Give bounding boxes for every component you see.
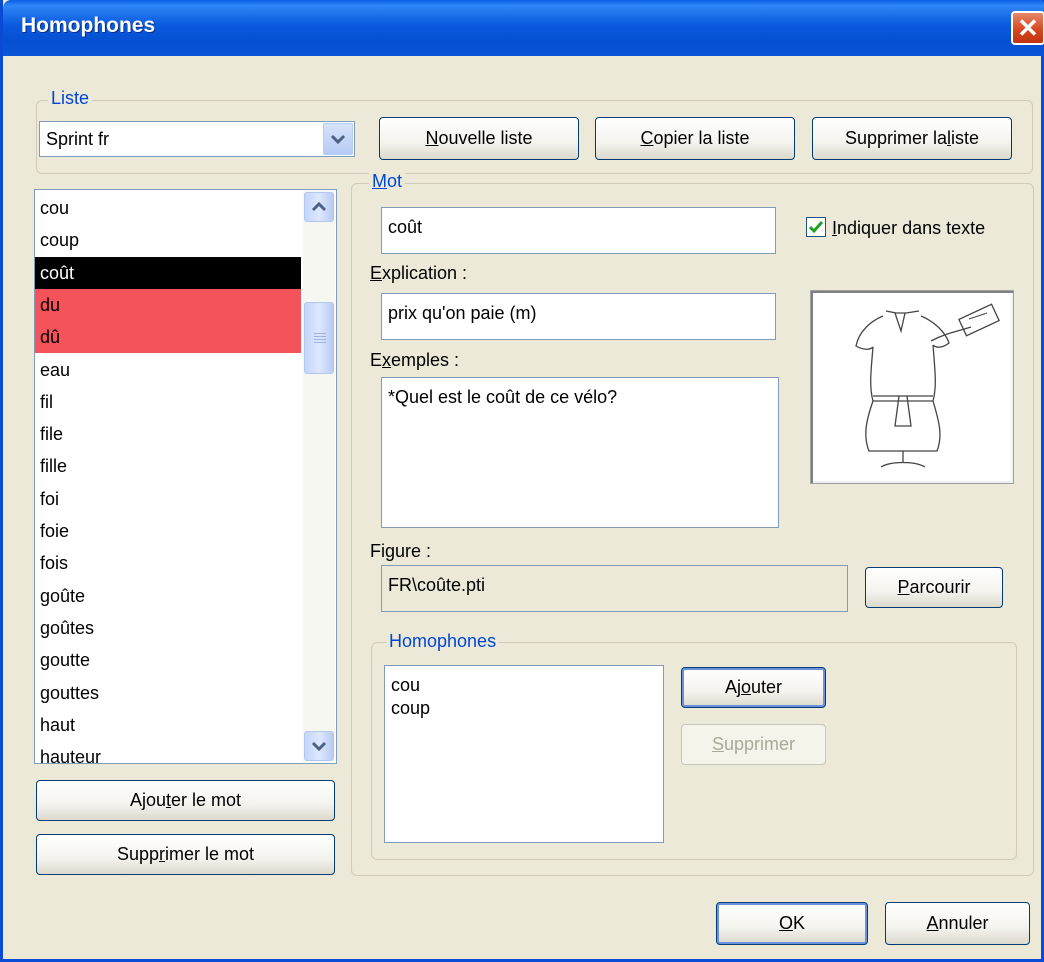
mot-legend: Mot <box>369 171 406 192</box>
chevron-down-icon <box>330 134 346 145</box>
word-list-item[interactable]: fois <box>35 547 301 579</box>
figure-path-field: FR\coûte.pti <box>381 565 848 612</box>
word-list-item[interactable]: file <box>35 418 301 450</box>
chevron-down-icon <box>311 741 327 752</box>
liste-select-value: Sprint fr <box>46 129 110 149</box>
word-list-item[interactable]: eau <box>35 354 301 386</box>
nouvelle-liste-button[interactable]: Nouvelle liste <box>379 117 579 160</box>
indiquer-checkbox[interactable] <box>806 217 826 237</box>
homophone-list-item[interactable]: cou <box>391 674 657 697</box>
copier-liste-button[interactable]: Copier la liste <box>595 117 795 160</box>
close-button[interactable]: ✕ <box>1011 11 1044 45</box>
mot-input[interactable]: coût <box>381 207 776 254</box>
explication-label: Explication : <box>370 263 468 283</box>
word-list-item[interactable]: goûte <box>35 580 301 612</box>
ok-button[interactable]: OK <box>716 902 868 945</box>
word-list-item[interactable]: dû <box>35 321 301 354</box>
word-list-scrollbar[interactable] <box>303 191 335 762</box>
supprimer-liste-button[interactable]: Supprimer la l iste <box>812 117 1012 160</box>
exemples-textarea[interactable]: *Quel est le coût de ce vélo? <box>381 377 779 528</box>
exemples-label: Exemples : <box>370 350 460 370</box>
explication-input[interactable]: prix qu'on paie (m) <box>381 293 776 340</box>
indiquer-label[interactable]: Indiquer dans texte <box>832 218 985 239</box>
annuler-button[interactable]: Annuler <box>885 902 1030 945</box>
word-list[interactable]: cou coup coût du dû eau fil file fille foi foie foi… <box>34 189 337 764</box>
scroll-up-button[interactable] <box>304 192 334 222</box>
supprimer-mot-button[interactable]: Supp r imer le mot <box>36 834 335 875</box>
word-list-item[interactable]: coût <box>35 256 301 289</box>
word-list-item[interactable]: goutte <box>35 644 301 676</box>
parcourir-button[interactable]: Parcourir <box>865 567 1003 608</box>
scroll-thumb[interactable] <box>304 302 334 374</box>
word-list-item[interactable]: coup <box>35 224 301 256</box>
ajouter-mot-button[interactable]: Ajou t er le mot <box>36 780 335 821</box>
word-list-item[interactable]: haut <box>35 709 301 741</box>
word-list-item[interactable]: foi <box>35 483 301 515</box>
figure-preview <box>810 290 1014 484</box>
word-list-item[interactable]: cou <box>35 192 301 224</box>
word-list-item[interactable]: du <box>35 288 301 321</box>
dress-on-mannequin-icon <box>855 303 1000 468</box>
chevron-up-icon <box>311 201 327 212</box>
word-list-item[interactable]: foie <box>35 515 301 547</box>
window-title: Homophones <box>21 14 156 37</box>
liste-dropdown-button[interactable] <box>323 123 353 155</box>
word-list-item[interactable]: hauteur <box>35 741 301 763</box>
title-bar[interactable]: Homophones ✕ <box>3 0 1044 56</box>
homophones-legend: Homophones <box>386 631 500 652</box>
scroll-down-button[interactable] <box>304 731 334 761</box>
liste-select[interactable]: Sprint fr <box>39 121 355 157</box>
ajouter-homophone-button[interactable]: Aj o uter <box>681 667 826 708</box>
homophones-list[interactable]: cou coup <box>384 665 664 843</box>
checkmark-icon <box>808 221 824 234</box>
close-icon: ✕ <box>1017 13 1039 43</box>
figure-label: Figure : <box>370 541 432 561</box>
word-list-item[interactable]: fille <box>35 450 301 482</box>
word-list-item[interactable]: fil <box>35 386 301 418</box>
supprimer-homophone-button[interactable]: Supprimer <box>681 724 826 765</box>
word-list-item[interactable]: gouttes <box>35 677 301 709</box>
homophone-list-item[interactable]: coup <box>391 697 657 720</box>
liste-legend: Liste <box>48 88 93 109</box>
homophones-dialog: Homophones ✕ Liste Sprint fr Nouvelle li… <box>0 0 1044 962</box>
word-list-item[interactable]: goûtes <box>35 612 301 644</box>
